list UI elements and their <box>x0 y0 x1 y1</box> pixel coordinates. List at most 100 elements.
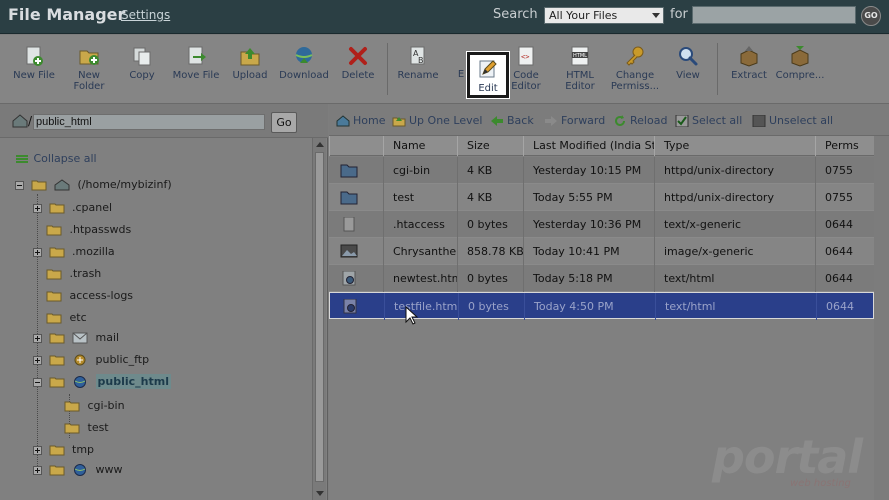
move-file-button[interactable]: Move File <box>169 45 223 81</box>
expand-toggle-icon[interactable] <box>33 355 42 365</box>
table-row[interactable]: Chrysanthemum.jpg 858.78 KB Today 10:41 … <box>329 238 874 265</box>
tree-item-test[interactable]: test <box>64 418 109 438</box>
scroll-up-icon[interactable] <box>316 142 324 147</box>
expand-toggle-icon[interactable] <box>33 247 42 257</box>
tree-item-access-logs[interactable]: access-logs <box>46 286 133 306</box>
collapse-toggle-icon[interactable] <box>33 377 42 387</box>
edit-partial-label: E <box>457 69 465 80</box>
code-editor-icon: <> <box>518 46 534 66</box>
tree-item-label: mail <box>95 331 120 344</box>
cell-size: 0 bytes <box>457 265 523 292</box>
tree-item-cpanel[interactable]: .cpanel <box>33 198 112 218</box>
tree-item-label: tmp <box>72 443 95 456</box>
compress-button[interactable]: Compre... <box>773 45 827 81</box>
file-list-scrollbar[interactable] <box>874 136 889 500</box>
cell-size: 4 KB <box>457 157 523 184</box>
column-header-name[interactable]: Name <box>383 136 457 156</box>
collapse-all-link[interactable]: Collapse all <box>14 152 97 165</box>
tree-item-mozilla[interactable]: .mozilla <box>33 242 115 262</box>
column-header-size[interactable]: Size <box>457 136 523 156</box>
scroll-thumb[interactable] <box>315 152 324 482</box>
tree-item-www[interactable]: www <box>33 460 123 480</box>
new-file-label: New File <box>13 70 55 81</box>
edit-label: Edit <box>478 83 498 94</box>
forward-label: Forward <box>561 114 606 127</box>
tree-item-root[interactable]: (/home/mybizinf) <box>15 175 172 195</box>
toolbar-separator <box>717 43 718 95</box>
folder-icon <box>64 401 80 412</box>
mouse-cursor-icon <box>405 306 419 325</box>
table-row[interactable]: newtest.html 0 bytes Today 5:18 PM text/… <box>329 265 874 292</box>
svg-text:HTML: HTML <box>573 53 587 59</box>
html-editor-label: HTML Editor <box>565 70 595 92</box>
change-permissions-label: Change Permiss... <box>610 70 660 92</box>
tree-item-public-ftp[interactable]: public_ftp <box>33 350 149 370</box>
cell-perms: 0755 <box>815 184 874 211</box>
column-header-type[interactable]: Type <box>654 136 815 156</box>
table-row[interactable]: .htaccess 0 bytes Yesterday 10:36 PM tex… <box>329 211 874 238</box>
search-go-button[interactable]: GO <box>861 6 881 26</box>
view-button[interactable]: View <box>661 45 715 81</box>
cell-size: 0 bytes <box>457 211 523 238</box>
home-button[interactable]: Home <box>336 114 385 127</box>
change-permissions-button[interactable]: Change Permiss... <box>605 45 665 92</box>
column-header-perms[interactable]: Perms <box>815 136 874 156</box>
tree-item-public-html[interactable]: public_html <box>33 372 171 392</box>
path-input[interactable] <box>33 114 265 130</box>
home-icon <box>54 179 70 191</box>
copy-button[interactable]: Copy <box>115 45 169 81</box>
tree-item-label: public_html <box>95 374 171 389</box>
cell-modified: Today 10:41 PM <box>523 238 654 265</box>
edit-button[interactable]: Edit <box>467 52 509 98</box>
tree-item-label: www <box>95 463 123 476</box>
expand-toggle-icon[interactable] <box>33 333 42 343</box>
table-row[interactable]: test 4 KB Today 5:55 PM httpd/unix-direc… <box>329 184 874 211</box>
delete-button[interactable]: Delete <box>331 45 385 81</box>
watermark-logo: portal <box>712 430 863 484</box>
home-icon <box>12 114 28 128</box>
magnifier-icon <box>679 47 698 66</box>
cell-perms: 0644 <box>816 293 875 320</box>
tree-scrollbar[interactable] <box>312 138 326 500</box>
extract-icon <box>740 46 758 67</box>
collapse-toggle-icon[interactable] <box>15 180 24 190</box>
expand-toggle-icon[interactable] <box>33 445 42 455</box>
expand-toggle-icon[interactable] <box>33 465 42 475</box>
extract-button[interactable]: Extract <box>722 45 776 81</box>
cell-type: image/x-generic <box>654 238 815 265</box>
globe-icon <box>74 464 86 476</box>
cell-name: test <box>383 184 457 211</box>
search-scope-select[interactable]: All Your Files <box>544 7 664 24</box>
download-button[interactable]: Download <box>277 45 331 81</box>
column-header-modified[interactable]: Last Modified (India Standard Time) <box>523 136 654 156</box>
cell-size: 0 bytes <box>458 293 524 320</box>
path-go-button[interactable]: Go <box>271 112 297 133</box>
download-icon <box>295 47 313 63</box>
up-one-level-button[interactable]: Up One Level <box>392 114 482 127</box>
tree-item-htpasswds[interactable]: .htpasswds <box>46 220 131 240</box>
cell-perms: 0644 <box>815 265 874 292</box>
tree-item-cgi-bin[interactable]: cgi-bin <box>64 396 125 416</box>
scroll-down-icon[interactable] <box>316 491 324 496</box>
tree-item-tmp[interactable]: tmp <box>33 440 94 460</box>
back-button[interactable]: Back <box>490 114 534 127</box>
folder-icon <box>49 203 64 214</box>
table-row[interactable]: cgi-bin 4 KB Yesterday 10:15 PM httpd/un… <box>329 157 874 184</box>
html-editor-button[interactable]: HTML HTML Editor <box>553 45 607 92</box>
upload-button[interactable]: Upload <box>223 45 277 81</box>
search-input[interactable] <box>692 6 856 24</box>
new-folder-button[interactable]: New Folder <box>62 45 116 92</box>
new-file-button[interactable]: New File <box>7 45 61 81</box>
reload-button[interactable]: Reload <box>613 114 667 127</box>
tree-item-mail[interactable]: mail <box>33 328 119 348</box>
settings-link[interactable]: Settings <box>121 8 170 22</box>
checkbox-checked-icon <box>675 115 689 127</box>
select-all-button[interactable]: Select all <box>675 114 742 127</box>
unselect-all-button[interactable]: Unselect all <box>752 114 833 127</box>
tree-item-trash[interactable]: .trash <box>46 264 101 284</box>
expand-toggle-icon[interactable] <box>33 203 42 213</box>
back-label: Back <box>507 114 534 127</box>
rename-button[interactable]: AB Rename <box>391 45 445 81</box>
forward-button[interactable]: Forward <box>544 114 605 127</box>
tree-item-etc[interactable]: etc <box>46 308 87 328</box>
